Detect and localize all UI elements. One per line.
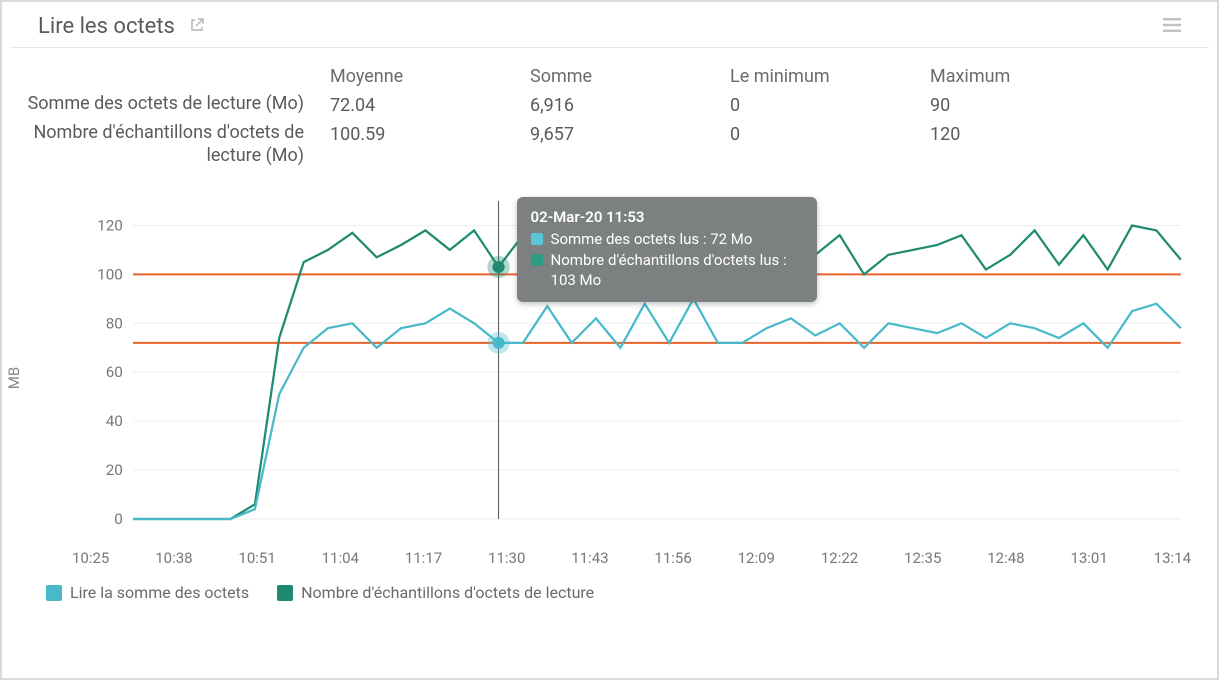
cell: 90 [930, 93, 1130, 116]
legend-label-b: Nombre d'échantillons d'octets de lectur… [301, 583, 594, 602]
x-tick: 11:17 [405, 549, 442, 567]
x-tick: 10:25 [72, 549, 109, 567]
chart-area[interactable]: MB 020406080100120 02-Mar-20 11:53 Somme… [18, 183, 1201, 573]
cell: 6,916 [530, 93, 730, 116]
cell: 9,657 [530, 122, 730, 145]
x-tick: 11:43 [571, 549, 608, 567]
open-external-icon[interactable] [189, 17, 205, 37]
panel-header: Lire les octets [10, 2, 1209, 48]
x-tick: 12:22 [821, 549, 858, 567]
row-label-1: Nombre d'échantillons d'octets de lectur… [10, 122, 330, 167]
x-tick: 13:14 [1154, 549, 1191, 567]
col-min: Le minimum [730, 66, 930, 87]
row-label-0: Somme des octets de lecture (Mo) [10, 93, 330, 116]
svg-text:40: 40 [106, 412, 123, 430]
legend-label-a: Lire la somme des octets [70, 583, 249, 602]
svg-text:60: 60 [106, 363, 123, 381]
y-axis-label: MB [5, 367, 23, 389]
plot[interactable]: 020406080100120 02-Mar-20 11:53 Somme de… [72, 193, 1191, 533]
col-moyenne: Moyenne [330, 66, 530, 87]
cell: 100.59 [330, 122, 530, 145]
cell: 120 [930, 122, 1130, 145]
svg-text:20: 20 [106, 461, 123, 479]
x-tick: 13:01 [1070, 549, 1107, 567]
x-tick: 11:04 [322, 549, 359, 567]
legend: Lire la somme des octets Nombre d'échant… [2, 573, 1217, 614]
stats-table: Moyenne Somme Le minimum Maximum Somme d… [2, 48, 1217, 173]
svg-text:120: 120 [97, 217, 123, 235]
x-tick: 10:38 [155, 549, 192, 567]
svg-text:80: 80 [106, 314, 123, 332]
chart-panel: Lire les octets Moyenne Somme Le minimum… [0, 0, 1219, 680]
plot-svg[interactable]: 0 20 40 60 80 100 120 [72, 193, 1191, 533]
x-tick: 12:48 [987, 549, 1024, 567]
legend-item-a[interactable]: Lire la somme des octets [46, 583, 249, 602]
cell: 72.04 [330, 93, 530, 116]
x-tick: 12:09 [738, 549, 775, 567]
legend-swatch-a-icon [46, 585, 62, 601]
legend-item-b[interactable]: Nombre d'échantillons d'octets de lectur… [277, 583, 594, 602]
legend-swatch-b-icon [277, 585, 293, 601]
x-tick: 10:51 [238, 549, 275, 567]
panel-title: Lire les octets [38, 14, 175, 39]
svg-text:100: 100 [97, 266, 123, 284]
svg-text:0: 0 [114, 510, 123, 528]
x-tick: 11:30 [488, 549, 525, 567]
cell: 0 [730, 122, 930, 145]
x-axis: 10:25 10:38 10:51 11:04 11:17 11:30 11:43 11:56… [72, 549, 1191, 567]
col-somme: Somme [530, 66, 730, 87]
cell: 0 [730, 93, 930, 116]
col-max: Maximum [930, 66, 1130, 87]
x-tick: 11:56 [654, 549, 691, 567]
panel-menu-icon[interactable] [1163, 17, 1181, 37]
x-tick: 12:35 [904, 549, 941, 567]
